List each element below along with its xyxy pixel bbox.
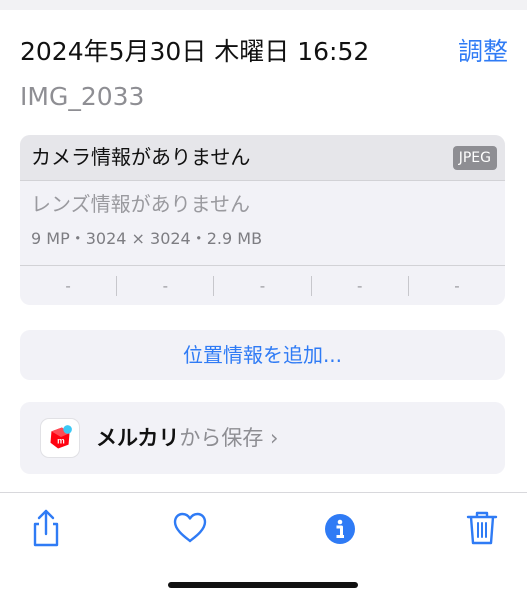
add-location-label: 位置情報を追加... (182, 343, 343, 367)
home-indicator (168, 582, 358, 588)
heart-icon (173, 512, 207, 543)
camera-header: カメラ情報がありません JPEG (20, 135, 505, 181)
metadata-card: カメラ情報がありません JPEG レンズ情報がありません 9 MP・3024 ×… (20, 135, 505, 305)
mercari-app-icon: m (40, 418, 80, 458)
format-badge: JPEG (452, 146, 497, 170)
camera-info-label: カメラ情報がありません (31, 145, 251, 169)
exif-focal-length: - (162, 277, 169, 295)
exif-exposure-value: - (259, 277, 266, 295)
image-specs-label: 9 MP・3024 × 3024・2.9 MB (31, 229, 263, 248)
svg-text:m: m (57, 436, 65, 446)
share-icon (33, 509, 59, 547)
favorite-button[interactable] (168, 505, 212, 549)
exif-iso: - (65, 277, 71, 295)
saved-from-label: メルカリから保存 › (96, 402, 278, 474)
top-strip (0, 0, 527, 10)
saved-from-suffix: から保存 › (179, 426, 279, 450)
exif-row: - - - - - (20, 265, 505, 305)
lens-info-label: レンズ情報がありません (31, 192, 250, 216)
trash-icon (466, 511, 498, 545)
date-time-label: 2024年5月30日 木曜日 16:52 (20, 37, 370, 66)
app-name-label: メルカリ (96, 426, 180, 450)
info-icon (325, 514, 355, 544)
add-location-button[interactable]: 位置情報を追加... (20, 330, 505, 380)
adjust-button[interactable]: 調整 (458, 34, 508, 70)
exif-aperture: - (357, 277, 363, 295)
exif-shutter-speed: - (454, 277, 460, 295)
delete-button[interactable] (460, 505, 504, 549)
info-button[interactable] (318, 505, 362, 549)
share-button[interactable] (24, 505, 68, 549)
toolbar-divider (0, 492, 527, 493)
saved-from-app-row[interactable]: m メルカリから保存 › (20, 402, 505, 474)
filename-label: IMG_2033 (20, 82, 145, 111)
date-header: 2024年5月30日 木曜日 16:52 調整 (20, 34, 510, 70)
